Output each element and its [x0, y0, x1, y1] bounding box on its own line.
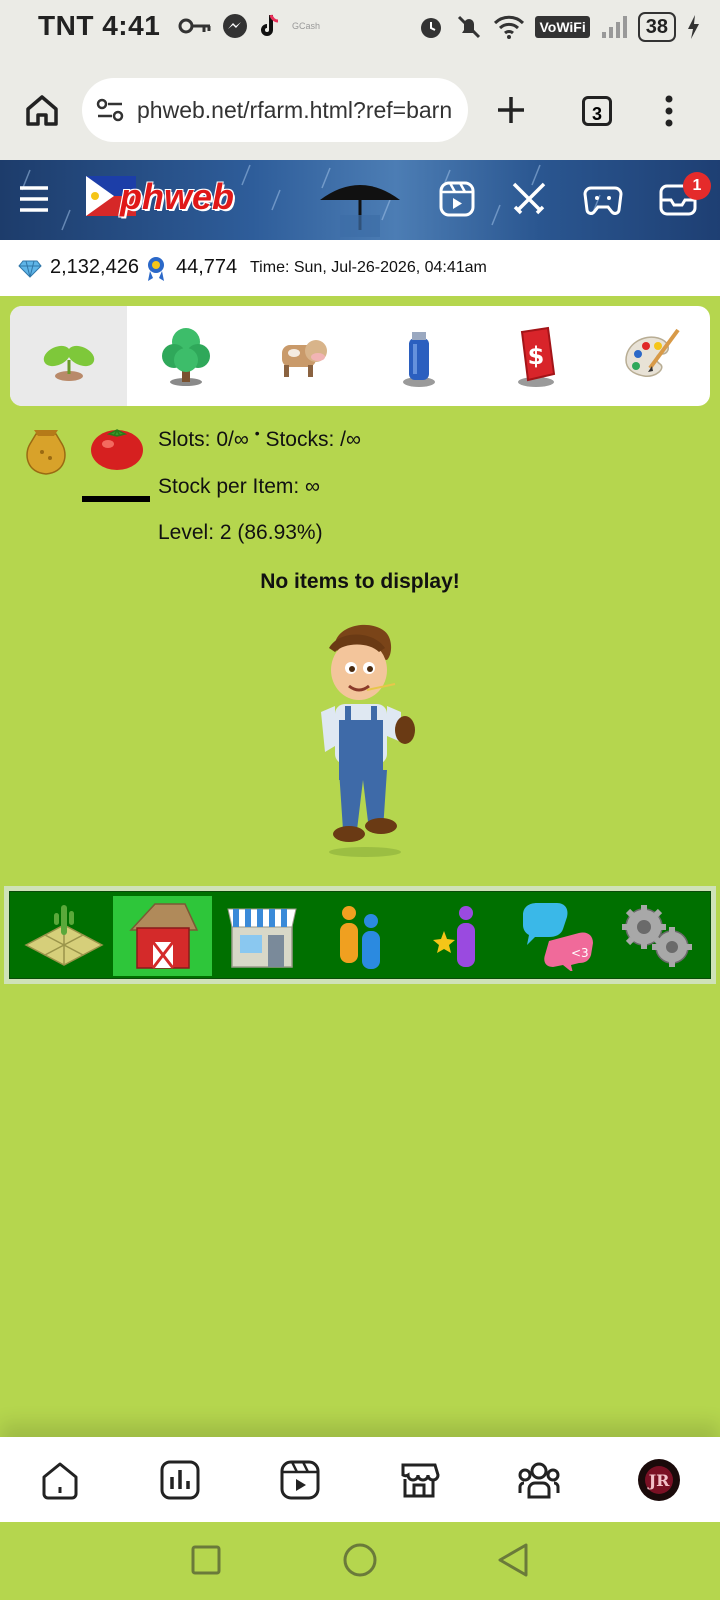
- settings-gears-icon: [621, 905, 692, 967]
- dollar-tag-icon: $: [517, 326, 555, 387]
- carrier-name: TNT: [38, 10, 94, 41]
- signal-icon: [601, 16, 627, 38]
- medal-count: 44,774: [176, 256, 238, 278]
- avatar: JR: [638, 1459, 680, 1501]
- gcash-label: GCash: [292, 21, 321, 31]
- charging-icon: [688, 15, 699, 39]
- address-bar[interactable]: phweb.net/rfarm.html?ref=barn: [82, 78, 468, 142]
- tiktok-icon: [261, 14, 279, 36]
- sprout-icon: [43, 345, 94, 381]
- menu-shop[interactable]: [212, 896, 311, 976]
- chat-bubbles-icon: <3: [522, 903, 593, 971]
- paint-palette-icon: [624, 328, 680, 377]
- menu-chat[interactable]: <3: [509, 896, 608, 976]
- tab-trees[interactable]: [127, 306, 244, 406]
- achievement-person-icon: [432, 906, 475, 967]
- svg-text:<3: <3: [571, 946, 589, 960]
- stocks-label: Stocks: /∞: [265, 428, 361, 451]
- nav-groups[interactable]: [516, 1457, 562, 1503]
- gamepad-icon[interactable]: [583, 180, 623, 218]
- farm-plot-icon: [23, 905, 104, 966]
- url-text[interactable]: phweb.net/rfarm.html?ref=barn: [137, 97, 455, 124]
- slots-stocks-line: Slots: 0/∞ • Stocks: /∞: [158, 425, 361, 451]
- store-icon: [401, 1463, 440, 1498]
- slots-label: Slots: 0/∞: [158, 428, 249, 451]
- wifi-icon: [494, 15, 525, 39]
- tab-switcher-button[interactable]: 3: [582, 96, 612, 126]
- selected-item-underline: [82, 496, 150, 502]
- hamburger-menu-icon[interactable]: [18, 184, 50, 214]
- svg-text:JR: JR: [647, 1471, 671, 1490]
- more-menu-icon[interactable]: [664, 94, 674, 128]
- reels-icon[interactable]: [438, 180, 476, 218]
- tab-decor[interactable]: [593, 306, 710, 406]
- reels-icon: [280, 1460, 320, 1500]
- vowifi-badge: VoWiFi: [535, 16, 590, 38]
- site-logo[interactable]: phweb: [120, 176, 234, 218]
- menu-barn[interactable]: [113, 896, 212, 976]
- nav-home[interactable]: [37, 1457, 83, 1503]
- farmer-character-image: [321, 624, 415, 857]
- battle-swords-icon[interactable]: [509, 179, 549, 219]
- tab-seeds[interactable]: [10, 306, 127, 406]
- notification-badge[interactable]: 1: [683, 172, 711, 200]
- shop-icon: [226, 908, 297, 968]
- tab-cash[interactable]: $: [477, 306, 594, 406]
- seed-bag-icon: [26, 430, 66, 475]
- bar-chart-icon: [160, 1460, 200, 1500]
- diamond-count: 2,132,426: [50, 256, 139, 278]
- nav-profile[interactable]: JR: [636, 1457, 682, 1503]
- site-info-icon[interactable]: [96, 97, 124, 123]
- medal-icon: [148, 257, 164, 281]
- key-icon: [178, 18, 211, 34]
- game-menu-bar: <3: [9, 891, 711, 979]
- menu-farm[interactable]: [14, 896, 113, 976]
- battery-level: 38: [637, 12, 676, 42]
- neighbors-icon: [339, 906, 380, 969]
- spray-can-icon: [402, 332, 435, 387]
- nav-stats[interactable]: [157, 1457, 203, 1503]
- mute-icon: [458, 15, 481, 39]
- cow-icon: [281, 340, 327, 377]
- empty-message: No items to display!: [260, 570, 460, 593]
- tree-icon: [161, 328, 210, 386]
- server-time: Time: Sun, Jul-26-2026, 04:41am: [250, 259, 487, 276]
- site-bottom-nav: JR: [0, 1437, 720, 1522]
- carrier-time: TNT 4:41: [38, 10, 160, 42]
- tomato-icon[interactable]: [88, 420, 146, 472]
- home-icon: [42, 1462, 78, 1500]
- groups-icon: [518, 1462, 560, 1499]
- tab-items[interactable]: [360, 306, 477, 406]
- svg-text:$: $: [527, 342, 544, 370]
- system-navigation-bar: [0, 1522, 720, 1600]
- clock: 4:41: [102, 10, 161, 41]
- menu-achievements[interactable]: [410, 896, 509, 976]
- status-bar: TNT 4:41 GCash VoWiFi 38: [0, 0, 720, 56]
- back-button[interactable]: [496, 1542, 530, 1578]
- barn-icon: [128, 903, 198, 969]
- menu-settings[interactable]: [608, 896, 707, 976]
- nav-store[interactable]: [396, 1457, 442, 1503]
- tab-animals[interactable]: [243, 306, 360, 406]
- site-header: phweb: [0, 160, 720, 240]
- stock-per-item: Stock per Item: ∞: [158, 475, 321, 498]
- home-icon[interactable]: [24, 92, 60, 128]
- alarm-icon: [421, 18, 442, 38]
- menu-neighbors[interactable]: [311, 896, 410, 976]
- browser-toolbar: phweb.net/rfarm.html?ref=barn 3: [0, 56, 720, 160]
- stats-row: 2,132,426 44,774 Time: Sun, Jul-26-2026,…: [0, 240, 720, 296]
- category-tabs: $: [10, 306, 710, 406]
- home-button[interactable]: [342, 1542, 378, 1578]
- level-label: Level: 2 (86.93%): [158, 521, 323, 544]
- nav-reels[interactable]: [277, 1457, 323, 1503]
- recent-apps-button[interactable]: [190, 1544, 222, 1576]
- new-tab-icon[interactable]: [495, 94, 527, 126]
- diamond-icon: [18, 260, 42, 278]
- messenger-icon: [223, 14, 247, 38]
- game-menu: <3: [4, 886, 716, 984]
